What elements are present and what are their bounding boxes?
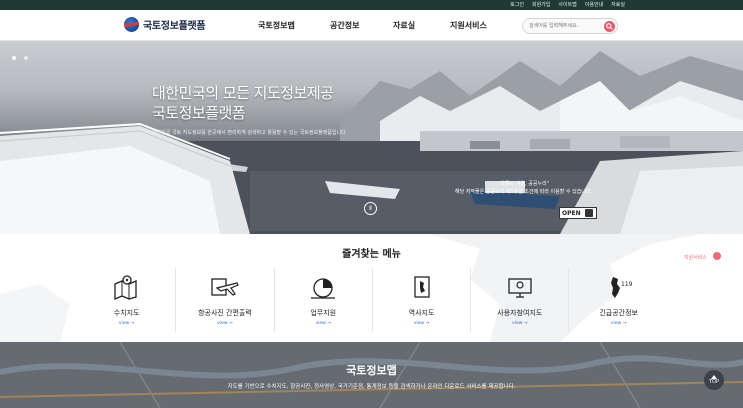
login-link[interactable]: 로그인 — [510, 1, 524, 9]
support-service-label: 지원서비스 — [684, 255, 708, 261]
menu-view-link[interactable]: view → — [78, 321, 175, 326]
map-service-title: 국토정보맵 — [346, 364, 397, 377]
site-logo[interactable]: 국토정보플랫폼 — [124, 17, 206, 32]
globe-logo-icon — [124, 17, 139, 32]
hero-title-line1: 대한민국의 모든 지도정보제공 — [152, 84, 334, 102]
hero-banner: 대한민국의 모든 지도정보제공 국토정보플랫폼 대한민국 국토 지도정보를 한곳… — [0, 41, 743, 234]
logo-text: 국토정보플랫폼 — [143, 21, 206, 32]
map-service-description: 지도를 기반으로 수치지도, 항공사진, 정사영상, 국가기준점, 통계정보 등… — [227, 384, 516, 390]
nav-item-map[interactable]: 국토정보맵 — [258, 20, 295, 31]
photo-caption-text: 해당 저작물은 공공누리 제1유형 조건에 따라 이용할 수 있습니다. — [455, 189, 593, 195]
menu-view-link[interactable]: view → — [275, 321, 372, 326]
menu-label: 수치지도 — [113, 309, 140, 317]
map-service-banner: 국토정보맵 지도를 기반으로 수치지도, 항공사진, 정사영상, 국가기준점, … — [0, 342, 743, 408]
slide-indicators — [12, 56, 28, 60]
menu-aerial-print[interactable]: 항공사진 간편출력 view → — [176, 268, 275, 332]
slide-dot-1[interactable] — [12, 56, 16, 60]
hero-subtitle: 대한민국 국토 지도정보를 한곳에서 편리하게 검색하고 활용할 수 있는 국토… — [152, 130, 348, 136]
utility-bar: 로그인 회원가입 사이트맵 이용안내 자료실 — [0, 0, 743, 10]
favorite-menu-section: 즐겨찾는 메뉴 지원서비스 수치지도 view → 항공사진 간편출력 view… — [0, 234, 743, 342]
support-pin-icon — [713, 252, 721, 260]
pie-chart-icon — [311, 278, 336, 299]
korea-119-icon: 119 — [610, 277, 633, 298]
license-icon — [584, 209, 593, 217]
nav-item-spatial[interactable]: 공간정보 — [330, 20, 359, 31]
open-license-badge: OPEN — [559, 207, 597, 219]
menu-view-link[interactable]: view → — [373, 321, 470, 326]
menu-historic-map[interactable]: 역사지도 view → — [373, 268, 472, 332]
support-service-link[interactable]: 지원서비스 — [684, 252, 721, 261]
join-link[interactable]: 회원가입 — [532, 1, 550, 9]
search-icon — [606, 23, 613, 30]
photo-caption-title: "울릉도 겨울, 공공누리" — [498, 181, 549, 187]
menu-label: 항공사진 간편출력 — [198, 309, 252, 317]
menu-user-map[interactable]: 사용자참여지도 view → — [471, 268, 570, 332]
menu-view-link[interactable]: view → — [176, 321, 273, 326]
airplane-frame-icon — [211, 278, 239, 296]
hero-title: 대한민국의 모든 지도정보제공 국토정보플랫폼 — [152, 83, 334, 123]
sitemap-link[interactable]: 사이트맵 — [558, 1, 576, 9]
slide-pause-button[interactable]: Ⅱ — [364, 202, 377, 215]
menu-work-support[interactable]: 업무지원 view → — [275, 268, 373, 332]
menu-view-link[interactable]: view → — [471, 321, 568, 326]
favorite-menu-list: 수치지도 view → 항공사진 간편출력 view → 업무지원 view → — [78, 268, 668, 332]
slide-dot-2[interactable] — [24, 56, 28, 60]
search-input[interactable] — [529, 21, 599, 31]
favorite-menu-title: 즐겨찾는 메뉴 — [342, 249, 401, 260]
search-button[interactable] — [604, 21, 615, 32]
search-box — [522, 18, 618, 34]
utility-links: 로그인 회원가입 사이트맵 이용안내 자료실 — [510, 1, 625, 9]
menu-label: 역사지도 — [408, 309, 435, 317]
hero-title-line2: 국토정보플랫폼 — [152, 104, 246, 122]
svg-text:119: 119 — [621, 281, 633, 288]
menu-label: 긴급공간정보 — [599, 309, 638, 317]
open-label: OPEN — [562, 209, 581, 217]
photo-caption: "울릉도 겨울, 공공누리" 해당 저작물은 공공누리 제1유형 조건에 따라 … — [455, 180, 592, 196]
folded-map-pin-icon — [113, 275, 137, 300]
nav-item-support[interactable]: 지원서비스 — [450, 20, 487, 31]
menu-label: 업무지원 — [310, 309, 337, 317]
site-header: 국토정보플랫폼 국토정보맵 공간정보 자료실 지원서비스 — [0, 10, 743, 41]
scroll-top-label: TOP — [708, 379, 719, 385]
menu-view-link[interactable]: view → — [569, 321, 667, 326]
guide-link[interactable]: 이용안내 — [585, 1, 603, 9]
nav-item-library[interactable]: 자료실 — [393, 20, 415, 31]
menu-digital-map[interactable]: 수치지도 view → — [78, 268, 177, 332]
monitor-pin-icon — [508, 278, 532, 298]
scroll-top-button[interactable]: TOP — [704, 370, 724, 390]
library-link[interactable]: 자료실 — [611, 1, 625, 9]
menu-emergency-info[interactable]: 119 긴급공간정보 view → — [569, 268, 667, 332]
menu-label: 사용자참여지도 — [497, 309, 543, 317]
historic-map-book-icon — [413, 276, 430, 298]
